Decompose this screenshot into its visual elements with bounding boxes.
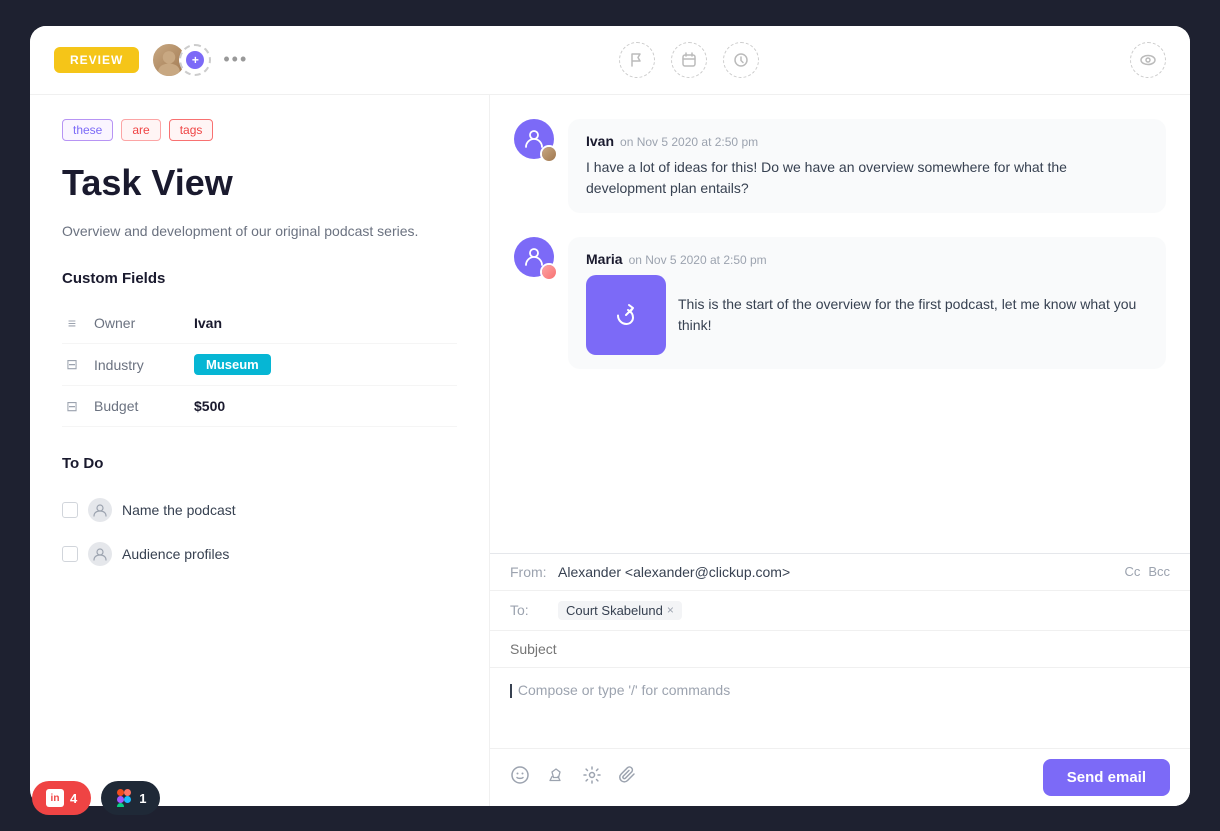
top-bar: REVIEW + •••	[30, 26, 1190, 95]
field-budget: ⊟ Budget $500	[62, 386, 457, 427]
comment-text-1: I have a lot of ideas for this! Do we ha…	[586, 157, 1148, 199]
comment-text-2: This is the start of the overview for th…	[678, 294, 1148, 336]
todo-avatar-1	[88, 498, 112, 522]
flag-icon-button[interactable]	[619, 42, 655, 78]
settings-icon[interactable]	[582, 765, 602, 790]
email-actions: Cc Bcc	[1124, 564, 1170, 579]
email-subject-field[interactable]	[490, 631, 1190, 668]
emoji-icon[interactable]	[510, 765, 530, 790]
email-toolbar-left	[510, 765, 638, 790]
figma-logo-icon	[115, 789, 133, 806]
tag-tags[interactable]: tags	[169, 119, 214, 141]
owner-icon: ≡	[62, 313, 82, 333]
comment-header-2: Maria on Nov 5 2020 at 2:50 pm	[586, 251, 1148, 267]
todo-checkbox-2[interactable]	[62, 546, 78, 562]
comment-bubble-1: Ivan on Nov 5 2020 at 2:50 pm I have a l…	[568, 119, 1166, 213]
right-panel: Ivan on Nov 5 2020 at 2:50 pm I have a l…	[490, 95, 1190, 806]
more-options-button[interactable]: •••	[223, 49, 248, 70]
cursor-bar	[510, 684, 512, 698]
to-label: To:	[510, 602, 550, 618]
top-bar-right	[1130, 42, 1166, 78]
todo-checkbox-1[interactable]	[62, 502, 78, 518]
main-content: these are tags Task View Overview and de…	[30, 95, 1190, 806]
todo-item: Audience profiles	[62, 532, 457, 576]
budget-label: Budget	[94, 398, 194, 414]
tag-are[interactable]: are	[121, 119, 160, 141]
tag-these[interactable]: these	[62, 119, 113, 141]
field-industry: ⊟ Industry Museum	[62, 344, 457, 386]
clock-icon-button[interactable]	[723, 42, 759, 78]
budget-value: $500	[194, 398, 225, 414]
from-value: Alexander <alexander@clickup.com>	[558, 564, 1124, 580]
owner-label: Owner	[94, 315, 194, 331]
email-compose: From: Alexander <alexander@clickup.com> …	[490, 553, 1190, 806]
comment-time-1: on Nov 5 2020 at 2:50 pm	[620, 135, 758, 149]
top-bar-center	[619, 42, 759, 78]
email-toolbar: Send email	[490, 748, 1190, 806]
body-text: Compose or type '/' for commands	[510, 682, 730, 698]
top-bar-left: REVIEW + •••	[54, 42, 248, 78]
todo-text-2: Audience profiles	[122, 546, 229, 562]
mention-icon[interactable]	[546, 765, 566, 790]
attachment-card[interactable]	[586, 275, 666, 355]
comment-time-2: on Nov 5 2020 at 2:50 pm	[629, 253, 767, 267]
task-title: Task View	[62, 161, 457, 204]
badge-tasks-count: 4	[70, 791, 77, 806]
comment-item-2: Maria on Nov 5 2020 at 2:50 pm This is t…	[514, 237, 1166, 369]
badge-tasks[interactable]: in 4	[32, 781, 91, 806]
task-description: Overview and development of our original…	[62, 220, 457, 242]
badge-figma-count: 1	[139, 791, 146, 806]
tasks-logo-icon: in	[46, 789, 64, 806]
body-placeholder: Compose or type '/' for commands	[518, 682, 730, 698]
custom-fields-heading: Custom Fields	[62, 270, 457, 287]
subject-input[interactable]	[510, 641, 1170, 657]
email-to-field: To: Court Skabelund ×	[490, 591, 1190, 631]
industry-value[interactable]: Museum	[194, 354, 271, 375]
eye-icon-button[interactable]	[1130, 42, 1166, 78]
comment-author-2: Maria	[586, 251, 623, 267]
todo-avatar-2	[88, 542, 112, 566]
field-owner: ≡ Owner Ivan	[62, 303, 457, 344]
plus-icon: +	[186, 51, 204, 69]
industry-icon: ⊟	[62, 355, 82, 375]
attachment-icon[interactable]	[618, 765, 638, 790]
calendar-icon-button[interactable]	[671, 42, 707, 78]
todo-item: Name the podcast	[62, 488, 457, 532]
to-recipient: Court Skabelund	[566, 603, 663, 618]
todo-list: Name the podcast Audience profiles	[62, 488, 457, 576]
owner-value: Ivan	[194, 315, 222, 331]
add-member-button[interactable]: +	[179, 44, 211, 76]
comments-area: Ivan on Nov 5 2020 at 2:50 pm I have a l…	[490, 95, 1190, 553]
comment-avatar-maria	[514, 237, 554, 277]
comment-avatar-ivan	[514, 119, 554, 159]
comment-bubble-2: Maria on Nov 5 2020 at 2:50 pm This is t…	[568, 237, 1166, 369]
to-value: Court Skabelund ×	[558, 601, 1170, 620]
review-badge: REVIEW	[54, 47, 139, 73]
bcc-button[interactable]: Bcc	[1148, 564, 1170, 579]
budget-icon: ⊟	[62, 396, 82, 416]
industry-label: Industry	[94, 357, 194, 373]
todo-text-1: Name the podcast	[122, 502, 236, 518]
badge-figma[interactable]: 1	[101, 781, 160, 806]
todo-heading: To Do	[62, 455, 457, 472]
to-remove-button[interactable]: ×	[667, 603, 674, 617]
send-email-button[interactable]: Send email	[1043, 759, 1170, 796]
avatar-stack: +	[151, 42, 211, 78]
email-body[interactable]: Compose or type '/' for commands	[490, 668, 1190, 748]
fields-list: ≡ Owner Ivan ⊟ Industry Museum ⊟ Budget …	[62, 303, 457, 427]
to-chip[interactable]: Court Skabelund ×	[558, 601, 682, 620]
comment-with-attachment: This is the start of the overview for th…	[586, 275, 1148, 355]
cc-button[interactable]: Cc	[1124, 564, 1140, 579]
tags-row: these are tags	[62, 119, 457, 141]
email-from-field: From: Alexander <alexander@clickup.com> …	[490, 554, 1190, 591]
comment-author-1: Ivan	[586, 133, 614, 149]
comment-header-1: Ivan on Nov 5 2020 at 2:50 pm	[586, 133, 1148, 149]
left-panel: these are tags Task View Overview and de…	[30, 95, 490, 806]
from-label: From:	[510, 564, 550, 580]
comment-item: Ivan on Nov 5 2020 at 2:50 pm I have a l…	[514, 119, 1166, 213]
